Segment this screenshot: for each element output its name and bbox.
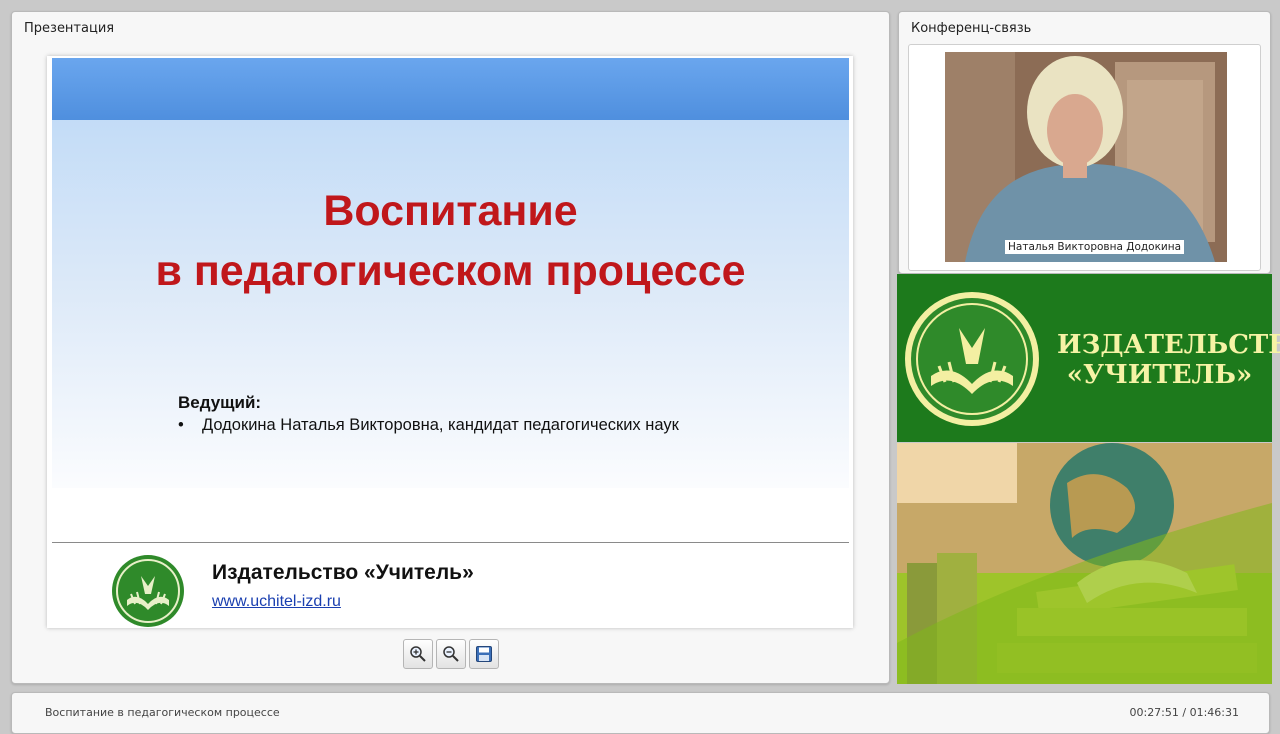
playback-time: 00:27:51 / 01:46:31 xyxy=(1129,706,1239,719)
slide-title: Воспитание в педагогическом процессе xyxy=(52,181,849,301)
host-label: Ведущий: xyxy=(178,393,262,412)
host-text: Додокина Наталья Викторовна, кандидат пе… xyxy=(202,416,679,434)
session-title: Воспитание в педагогическом процессе xyxy=(45,706,280,719)
slide-title-line2: в педагогическом процессе xyxy=(155,247,746,295)
publisher-url-link[interactable]: www.uchitel-izd.ru xyxy=(212,593,341,611)
banner-logo-icon xyxy=(905,292,1039,426)
video-frame: Наталья Викторовна Додокина xyxy=(908,44,1261,271)
presentation-panel-title: Презентация xyxy=(24,21,115,36)
publisher-banner: ИЗДАТЕЛЬСТВО «УЧИТЕЛЬ» xyxy=(897,274,1280,442)
status-bar: Воспитание в педагогическом процессе 00:… xyxy=(11,692,1270,734)
publisher-logo xyxy=(112,555,184,627)
publisher-name: Издательство «Учитель» xyxy=(212,561,474,584)
zoom-out-icon xyxy=(443,646,459,662)
banner-line1: ИЗДАТЕЛЬСТВО xyxy=(1057,330,1280,360)
conference-panel: Конференц-связь Наталья Викторовна Додок… xyxy=(898,11,1271,274)
speaker-silhouette xyxy=(945,52,1227,262)
zoom-out-button[interactable] xyxy=(436,639,466,669)
presentation-panel: Презентация Воспитание в педагогическом … xyxy=(11,11,890,684)
presentation-slide: Воспитание в педагогическом процессе Вед… xyxy=(47,56,853,628)
banner-line2: «УЧИТЕЛЬ» xyxy=(1066,360,1253,390)
banner-books-image xyxy=(897,443,1272,684)
host-list-item: • Додокина Наталья Викторовна, кандидат п… xyxy=(178,416,679,435)
conference-panel-title: Конференц-связь xyxy=(911,21,1032,36)
zoom-in-button[interactable] xyxy=(403,639,433,669)
save-button[interactable] xyxy=(469,639,499,669)
zoom-in-icon xyxy=(410,646,426,662)
speaker-name-label: Наталья Викторовна Додокина xyxy=(1005,240,1185,254)
save-icon xyxy=(476,646,492,662)
slide-header-bar xyxy=(52,58,849,120)
slide-divider xyxy=(52,542,849,543)
bullet: • xyxy=(178,416,184,434)
speaker-video[interactable]: Наталья Викторовна Додокина xyxy=(945,52,1227,262)
banner-publisher-name: ИЗДАТЕЛЬСТВО «УЧИТЕЛЬ» xyxy=(1057,330,1280,390)
books-globe-illustration xyxy=(897,443,1272,684)
slide-title-line1: Воспитание xyxy=(323,187,578,235)
